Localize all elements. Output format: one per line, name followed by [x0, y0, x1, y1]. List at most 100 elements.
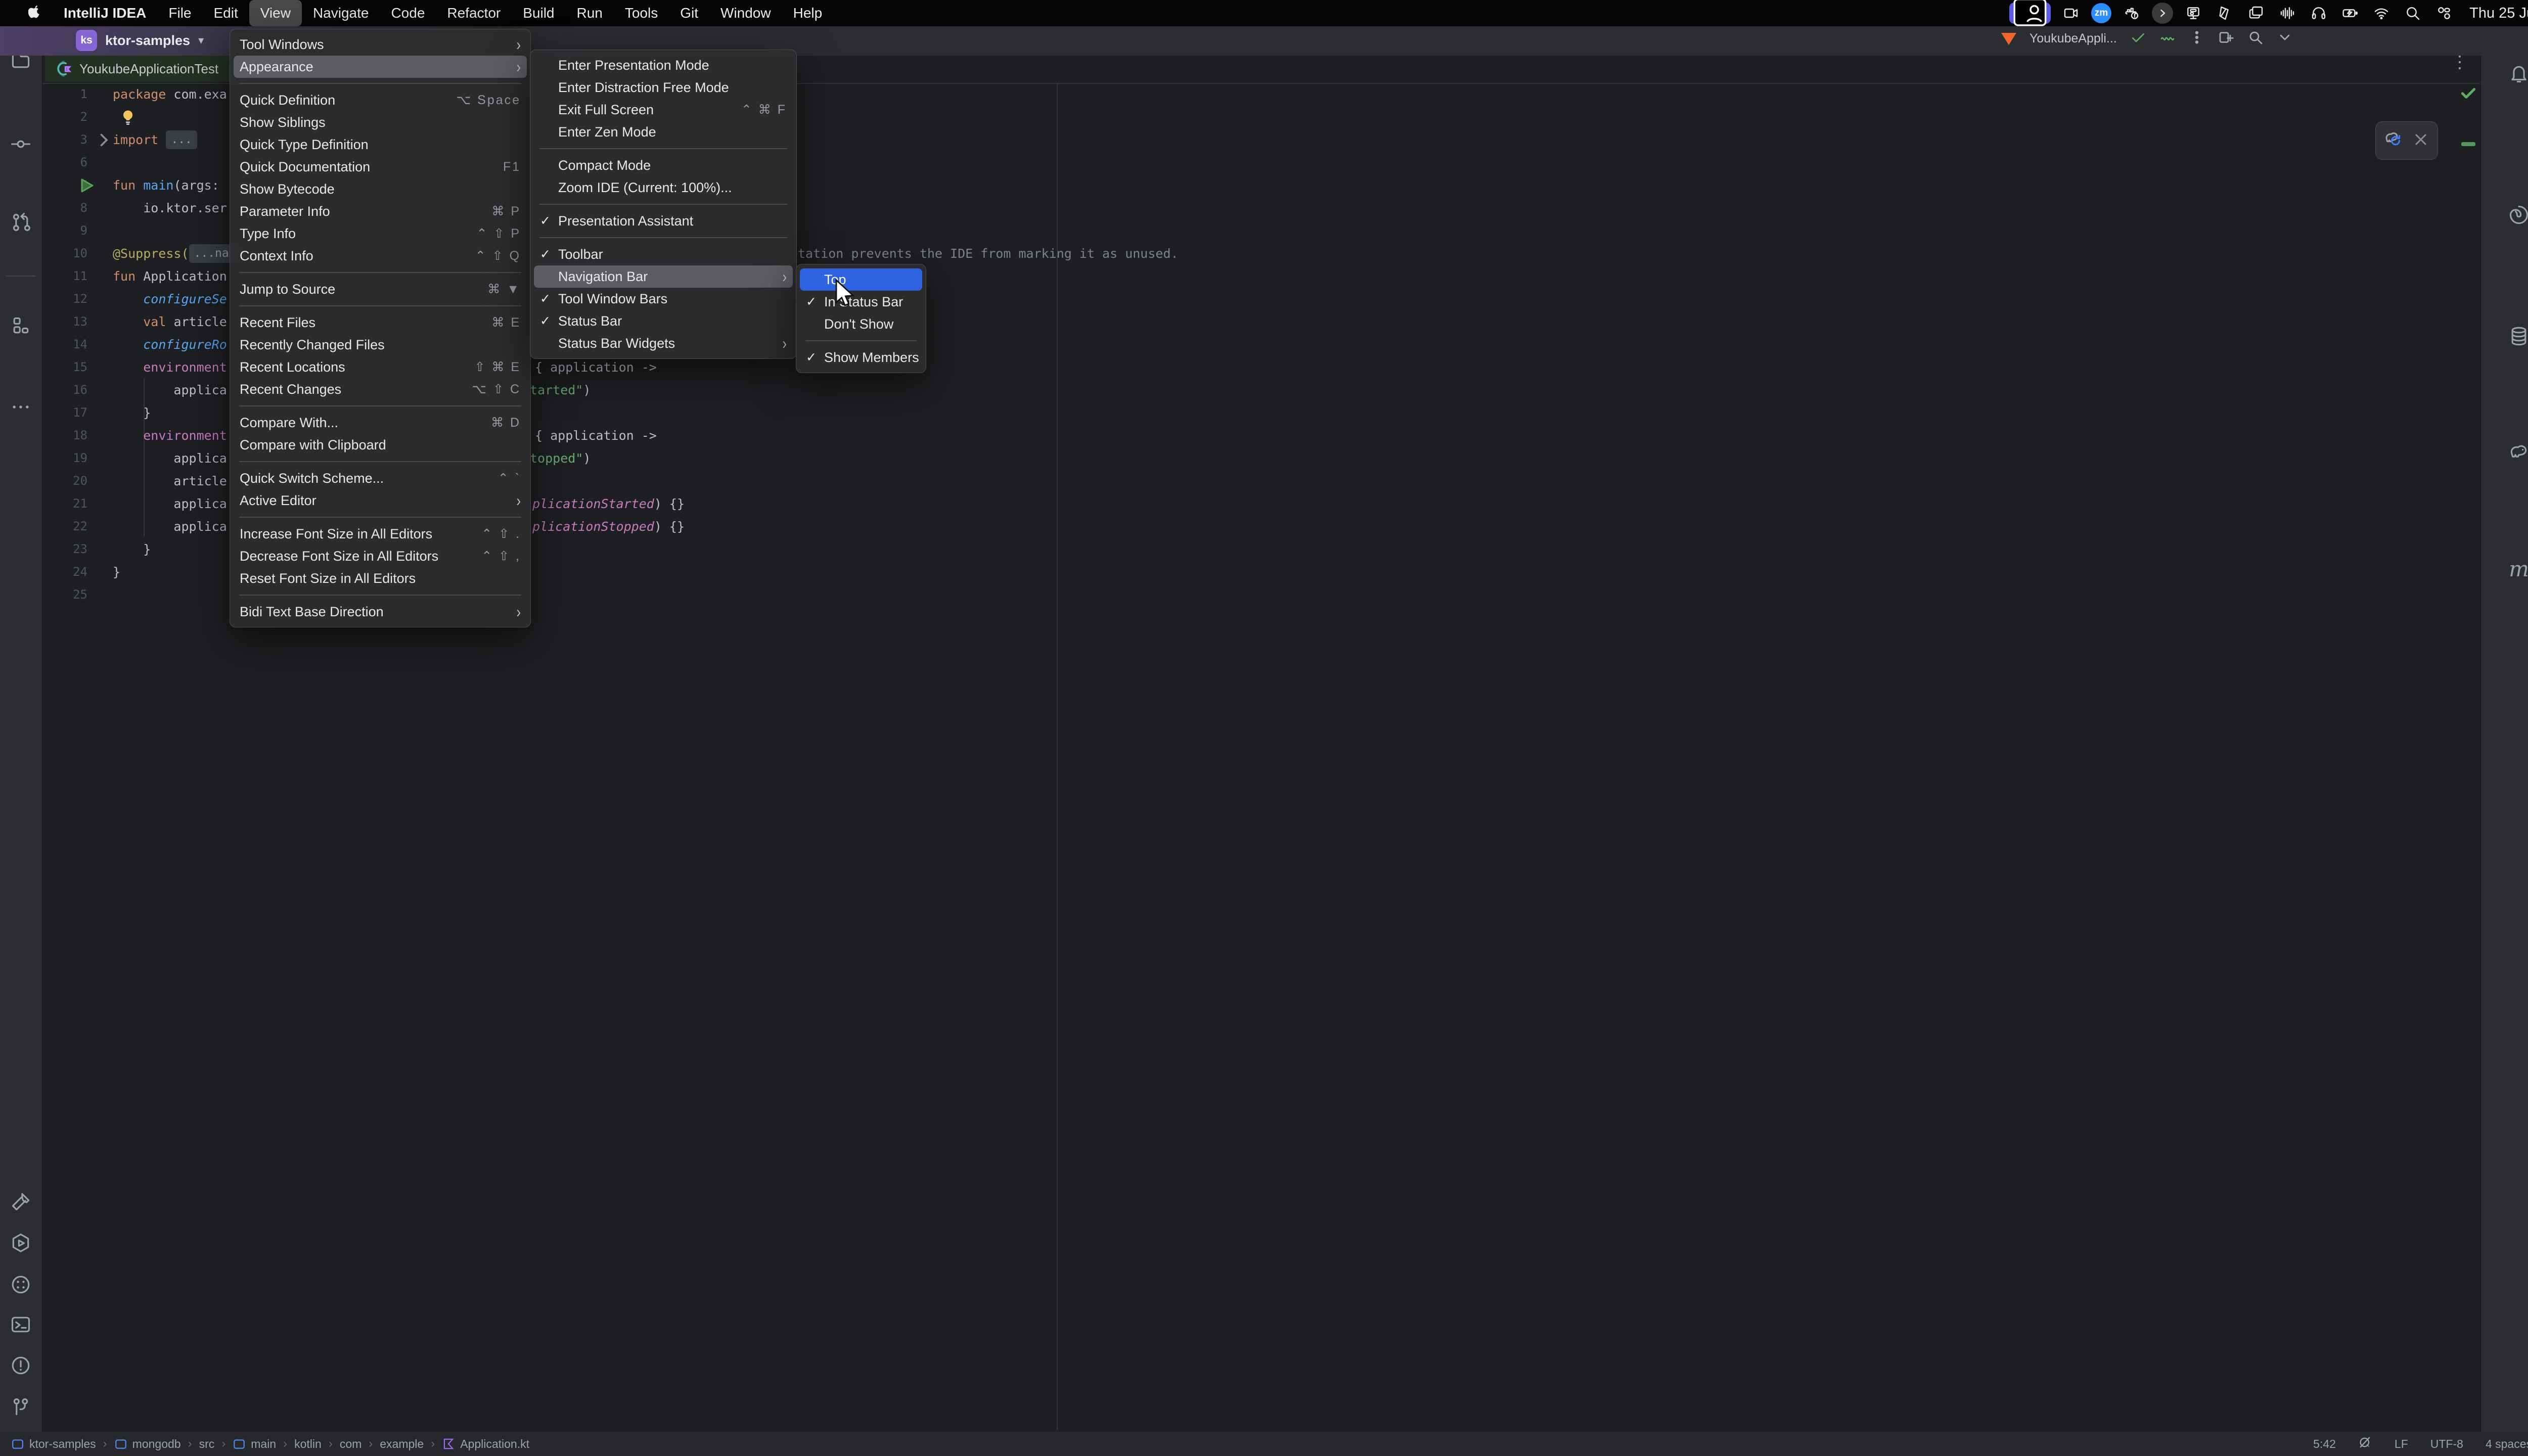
menubar-item-intellij-idea[interactable]: IntelliJ IDEA — [53, 0, 157, 26]
menubar-item-git[interactable]: Git — [669, 0, 709, 26]
chevron-circle-icon[interactable] — [2152, 3, 2174, 24]
menu-item-recent-locations[interactable]: Recent Locations ⇧ ⌘ E — [234, 356, 527, 378]
menu-bar-clock[interactable]: Thu 25 Jul 11:12 — [2469, 5, 2528, 22]
search-icon[interactable] — [2402, 3, 2424, 23]
menu-item-don-t-show[interactable]: Don't Show — [800, 313, 922, 335]
menu-item-jump-to-source[interactable]: Jump to Source ⌘ ▼ — [234, 278, 527, 300]
menu-item-recent-files[interactable]: Recent Files ⌘ E — [234, 311, 527, 334]
search-icon[interactable] — [2247, 29, 2264, 48]
menu-item-increase-font-size-in-all-editors[interactable]: Increase Font Size in All Editors ⌃ ⇧ . — [234, 523, 527, 545]
chevron-down-icon[interactable] — [2277, 29, 2293, 48]
pull-requests-icon[interactable] — [9, 210, 33, 235]
breadcrumb-example[interactable]: example — [380, 1437, 424, 1451]
menubar-item-code[interactable]: Code — [380, 0, 436, 26]
docker-warning-icon[interactable] — [2120, 3, 2143, 23]
battery-charging-icon[interactable] — [2339, 3, 2361, 23]
menu-item-in-status-bar[interactable]: ✓ In Status Bar — [800, 291, 922, 313]
menu-item-quick-documentation[interactable]: Quick Documentation F1 — [234, 156, 527, 178]
inspection-check-icon[interactable] — [2458, 83, 2478, 106]
wifi-icon[interactable] — [2370, 3, 2392, 23]
run-gutter-icon[interactable] — [77, 176, 96, 195]
coverage-wave-icon[interactable] — [2159, 29, 2176, 48]
commit-icon[interactable] — [9, 132, 33, 156]
menu-item-quick-definition[interactable]: Quick Definition ⌥ Space — [234, 89, 527, 111]
control-center-icon[interactable] — [2433, 3, 2455, 23]
menu-item-reset-font-size-in-all-editors[interactable]: Reset Font Size in All Editors — [234, 567, 527, 589]
menu-item-decrease-font-size-in-all-editors[interactable]: Decrease Font Size in All Editors ⌃ ⇧ , — [234, 545, 527, 567]
highlighting-off-icon[interactable] — [2358, 1435, 2372, 1452]
ai-assistant-icon[interactable] — [2507, 203, 2528, 227]
line-ending-widget[interactable]: LF — [2395, 1437, 2408, 1451]
menu-item-enter-zen-mode[interactable]: Enter Zen Mode — [534, 121, 793, 143]
menu-item-enter-presentation-mode[interactable]: Enter Presentation Mode — [534, 54, 793, 76]
menu-item-show-bytecode[interactable]: Show Bytecode — [234, 178, 527, 200]
menu-item-type-info[interactable]: Type Info ⌃ ⇧ P — [234, 222, 527, 245]
more-kebab-icon[interactable] — [2189, 29, 2205, 48]
encoding-widget[interactable]: UTF-8 — [2430, 1437, 2463, 1451]
dependencies-icon[interactable] — [9, 1272, 33, 1297]
headphones-icon[interactable] — [2308, 3, 2330, 23]
structure-icon[interactable] — [9, 314, 33, 338]
menu-item-zoom-ide-current-100[interactable]: Zoom IDE (Current: 100%)... — [534, 176, 793, 199]
terminal-icon[interactable] — [9, 1312, 33, 1337]
menubar-item-edit[interactable]: Edit — [203, 0, 249, 26]
caret-position-widget[interactable]: 5:42 — [2313, 1437, 2336, 1451]
stacked-windows-icon[interactable] — [2245, 3, 2267, 23]
menu-item-show-members[interactable]: ✓ Show Members — [800, 346, 922, 369]
fold-chevron-icon[interactable] — [95, 131, 113, 149]
menu-item-parameter-info[interactable]: Parameter Info ⌘ P — [234, 200, 527, 222]
menu-item-tool-windows[interactable]: Tool Windows › — [234, 33, 527, 56]
project-name[interactable]: ktor-samples — [105, 33, 190, 49]
menu-item-tool-window-bars[interactable]: ✓ Tool Window Bars — [534, 288, 793, 310]
git-branch-icon[interactable] — [9, 1395, 33, 1419]
ktor-run-config-icon[interactable] — [2001, 32, 2016, 45]
project-badge[interactable]: ks — [76, 30, 97, 51]
menubar-item-run[interactable]: Run — [565, 0, 613, 26]
menu-item-compare-with-clipboard[interactable]: Compare with Clipboard — [234, 434, 527, 456]
menu-item-status-bar[interactable]: ✓ Status Bar — [534, 310, 793, 332]
menubar-item-file[interactable]: File — [157, 0, 202, 26]
menu-item-exit-full-screen[interactable]: Exit Full Screen ⌃ ⌘ F — [534, 99, 793, 121]
breadcrumb-application-kt[interactable]: Application.kt — [442, 1437, 529, 1451]
breadcrumb-src[interactable]: src — [199, 1437, 215, 1451]
layout-plus-icon[interactable] — [2218, 29, 2234, 48]
menu-item-status-bar-widgets[interactable]: Status Bar Widgets › — [534, 332, 793, 354]
display-icon[interactable] — [2182, 3, 2204, 23]
menu-item-compact-mode[interactable]: Compact Mode — [534, 154, 793, 176]
menu-item-context-info[interactable]: Context Info ⌃ ⇧ Q — [234, 245, 527, 267]
menu-item-appearance[interactable]: Appearance › — [234, 56, 527, 78]
gradle-elephant-icon[interactable] — [2507, 440, 2528, 465]
menu-item-quick-switch-scheme[interactable]: Quick Switch Scheme... ⌃ ` — [234, 467, 527, 489]
intention-bulb-icon[interactable] — [119, 108, 137, 126]
menu-item-enter-distraction-free-mode[interactable]: Enter Distraction Free Mode — [534, 76, 793, 99]
project-widget[interactable]: ks ktor-samples ▾ — [76, 30, 204, 51]
breadcrumb-com[interactable]: com — [340, 1437, 362, 1451]
freeform-icon[interactable] — [2214, 3, 2236, 23]
menubar-item-window[interactable]: Window — [709, 0, 782, 26]
menubar-item-tools[interactable]: Tools — [614, 0, 669, 26]
breadcrumb-ktor-samples[interactable]: ktor-samples — [11, 1437, 96, 1451]
more-dots-icon[interactable] — [9, 395, 33, 419]
apple-icon[interactable] — [17, 0, 53, 26]
build-hammer-icon[interactable] — [9, 1190, 33, 1214]
zoom-app-icon[interactable]: zm — [2091, 3, 2112, 23]
menubar-item-view[interactable]: View — [249, 0, 302, 26]
services-icon[interactable] — [9, 1231, 33, 1255]
breadcrumb-main[interactable]: main — [233, 1437, 276, 1451]
database-icon[interactable] — [2507, 324, 2528, 348]
menu-item-show-siblings[interactable]: Show Siblings — [234, 111, 527, 133]
breadcrumb-mongodb[interactable]: mongodb — [114, 1437, 181, 1451]
menubar-item-refactor[interactable]: Refactor — [436, 0, 512, 26]
editor-options-kebab-icon[interactable]: ⋮ — [2451, 54, 2468, 71]
gradle-sync-icon[interactable] — [2383, 130, 2402, 151]
menu-item-active-editor[interactable]: Active Editor › — [234, 489, 527, 512]
screen-sharing-icon[interactable] — [2009, 0, 2051, 26]
problems-icon[interactable] — [9, 1353, 33, 1378]
menubar-item-help[interactable]: Help — [782, 0, 834, 26]
maven-icon[interactable]: m — [2507, 557, 2528, 581]
waveform-icon[interactable] — [2276, 3, 2298, 23]
menu-item-recently-changed-files[interactable]: Recently Changed Files — [234, 334, 527, 356]
menu-item-top[interactable]: Top — [800, 268, 922, 291]
menu-item-compare-with[interactable]: Compare With... ⌘ D — [234, 412, 527, 434]
menubar-item-build[interactable]: Build — [512, 0, 565, 26]
